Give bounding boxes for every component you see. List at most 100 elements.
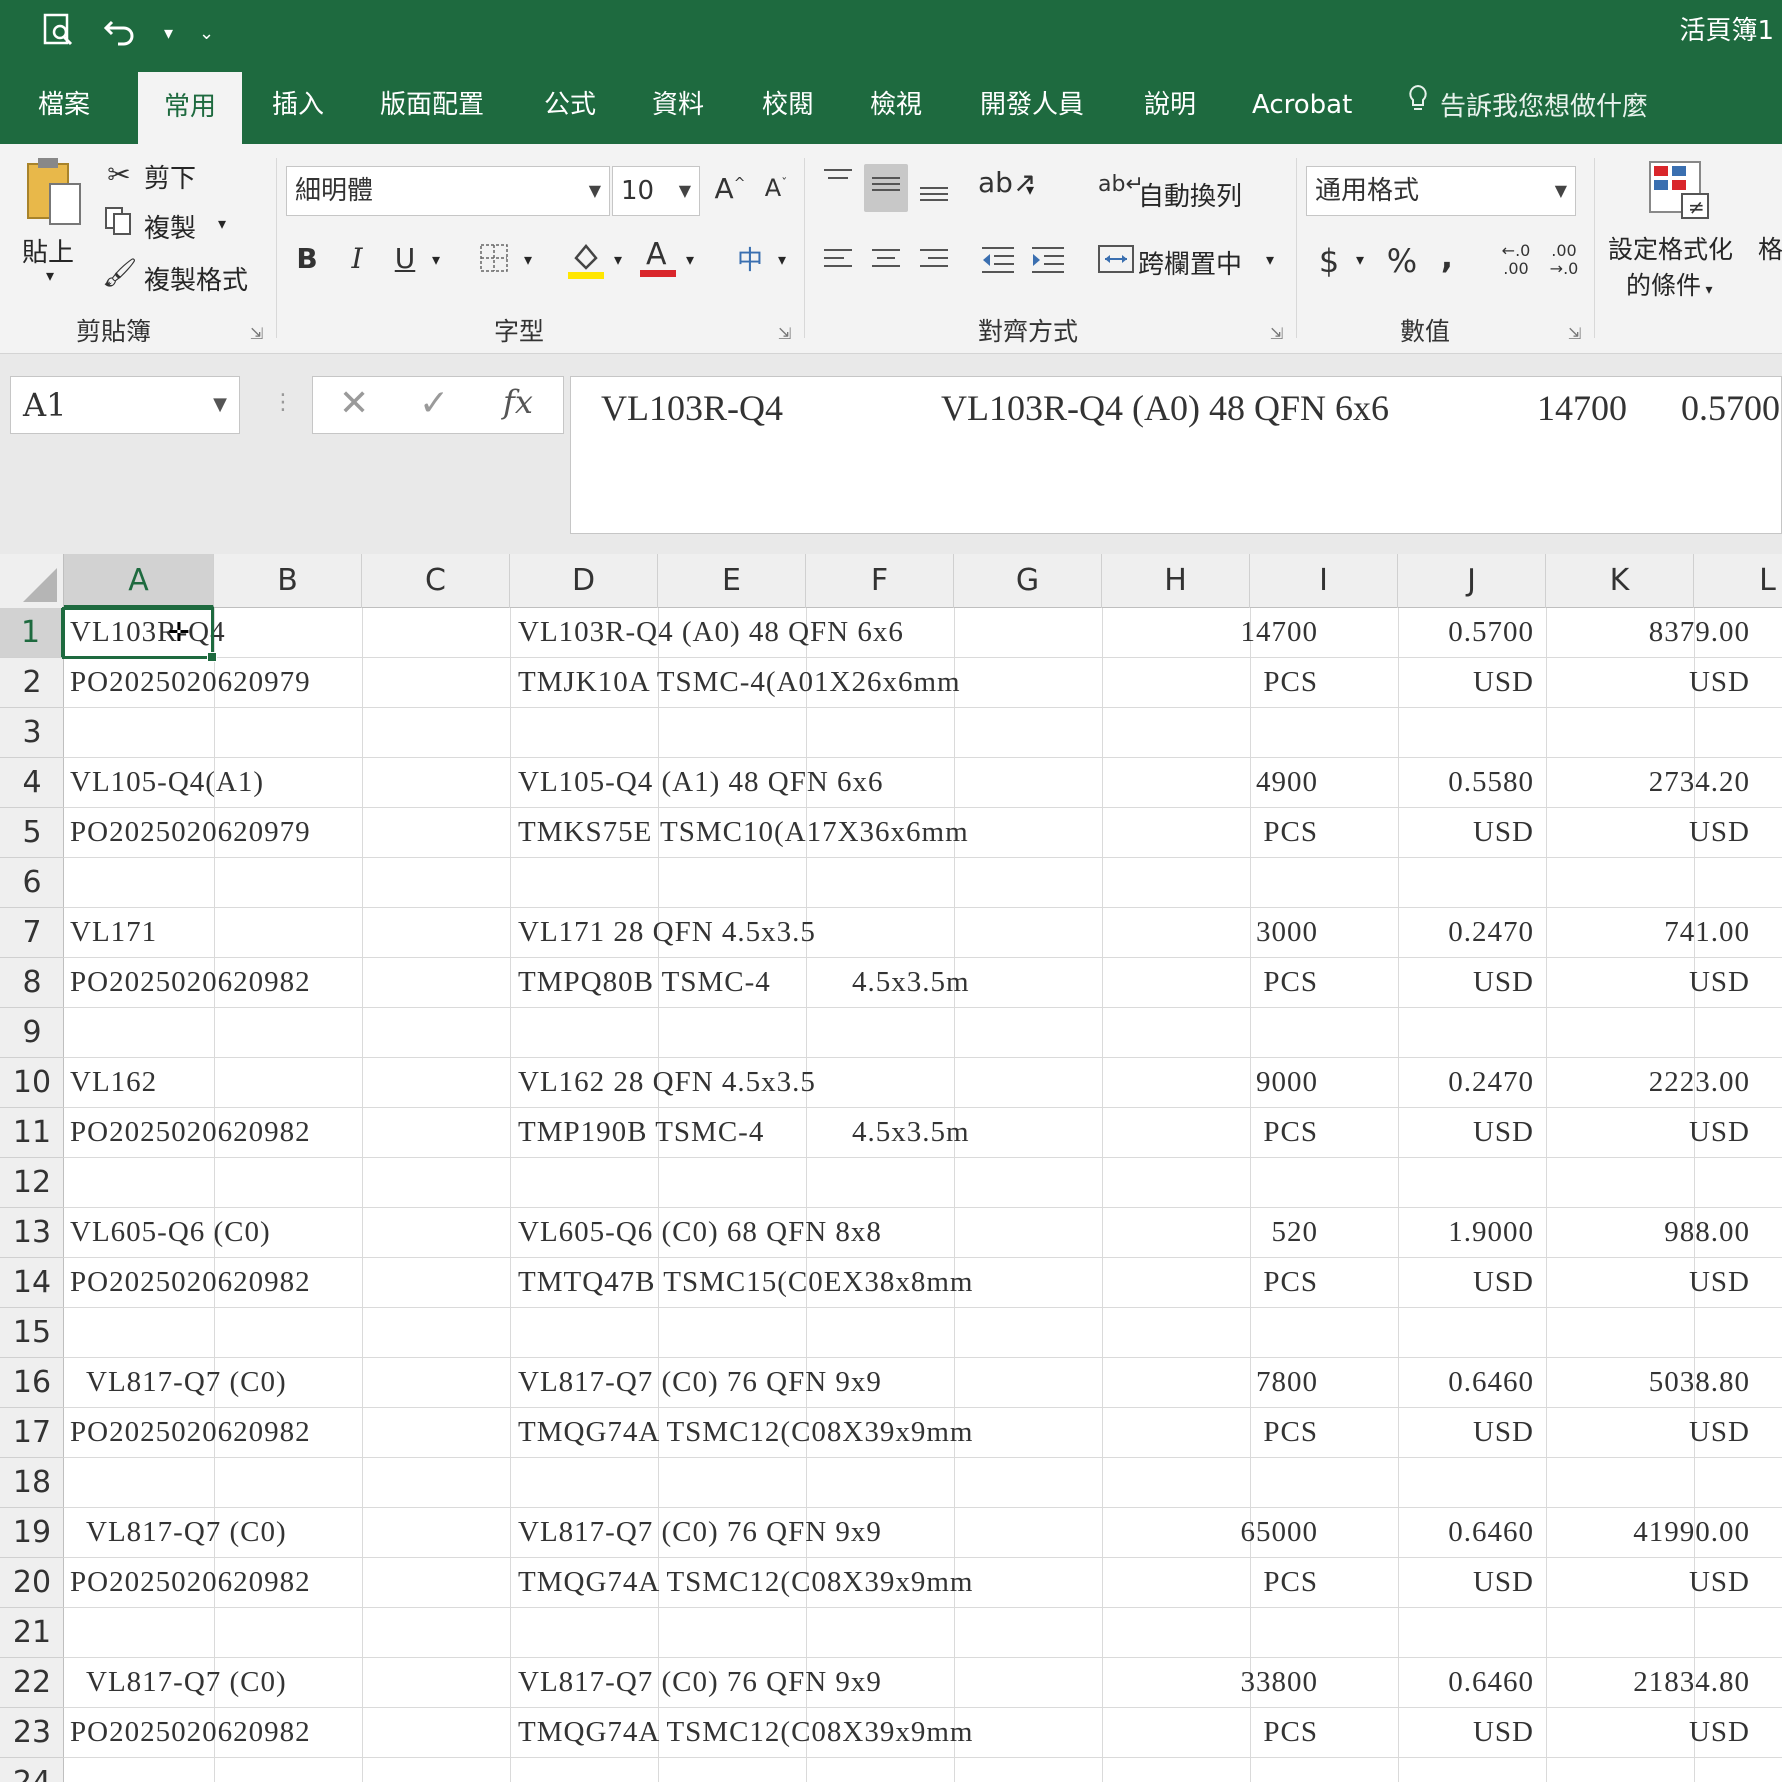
worksheet-grid[interactable]: ABCDEFGHIJKL 1 2 3 4 5 6 7 8 9 10 11 12 13 14 15 16 17 18… bbox=[0, 554, 1782, 1782]
align-right-icon[interactable] bbox=[916, 244, 952, 281]
name-box[interactable]: A1 ▼ bbox=[10, 376, 240, 434]
cell-a22[interactable]: VL817-Q7 (C0) bbox=[86, 1666, 287, 1699]
formula-bar-grip-icon[interactable]: ⋮ bbox=[272, 390, 294, 415]
cell-j10[interactable]: 0.2470 bbox=[1448, 1066, 1534, 1099]
cell-j23[interactable]: USD bbox=[1473, 1716, 1534, 1749]
row-header-15[interactable]: 15 bbox=[0, 1308, 64, 1358]
column-header-h[interactable]: H bbox=[1102, 554, 1250, 608]
cell-d23[interactable]: TMQG74A TSMC12(C08X39x9mm bbox=[518, 1716, 973, 1749]
cell-j4[interactable]: 0.5580 bbox=[1448, 766, 1534, 799]
copy-button[interactable]: 複製 bbox=[144, 208, 196, 245]
cell-k19[interactable]: 41990.00 bbox=[1633, 1516, 1750, 1549]
formula-input[interactable]: VL103R-Q4 VL103R-Q4 (A0) 48 QFN 6x6 1470… bbox=[570, 376, 1782, 534]
cell-i2[interactable]: PCS bbox=[1263, 666, 1318, 699]
font-name-dropdown[interactable]: 細明體 ▼ bbox=[286, 166, 610, 216]
row-header-20[interactable]: 20 bbox=[0, 1558, 64, 1608]
cell-a7[interactable]: VL171 bbox=[70, 916, 157, 949]
align-left-icon[interactable] bbox=[820, 244, 856, 281]
row-header-19[interactable]: 19 bbox=[0, 1508, 64, 1558]
cell-d5[interactable]: TMKS75E TSMC10(A17X36x6mm bbox=[518, 816, 969, 849]
clipboard-launcher-icon[interactable]: ⇲ bbox=[250, 324, 263, 343]
cell-k13[interactable]: 988.00 bbox=[1664, 1216, 1750, 1249]
wrap-text-button[interactable]: 自動換列 bbox=[1138, 176, 1242, 213]
column-header-f[interactable]: F bbox=[806, 554, 954, 608]
alignment-launcher-icon[interactable]: ⇲ bbox=[1270, 324, 1283, 343]
cell-k11[interactable]: USD bbox=[1689, 1116, 1750, 1149]
cell-d4[interactable]: VL105-Q4 (A1) 48 QFN 6x6 bbox=[518, 766, 884, 799]
row-header-9[interactable]: 9 bbox=[0, 1008, 64, 1058]
row-header-7[interactable]: 7 bbox=[0, 908, 64, 958]
cell-i11[interactable]: PCS bbox=[1263, 1116, 1318, 1149]
row-header-2[interactable]: 2 bbox=[0, 658, 64, 708]
bottom-align-icon[interactable] bbox=[916, 172, 952, 213]
format-as-table-label-cut[interactable]: 格 bbox=[1758, 230, 1782, 266]
conditional-formatting-label2[interactable]: 的條件 ▾ bbox=[1626, 266, 1713, 302]
cell-a13[interactable]: VL605-Q6 (C0) bbox=[70, 1216, 271, 1249]
cell-j2[interactable]: USD bbox=[1473, 666, 1534, 699]
cell-j16[interactable]: 0.6460 bbox=[1448, 1366, 1534, 1399]
cell-k4[interactable]: 2734.20 bbox=[1649, 766, 1750, 799]
row-header-4[interactable]: 4 bbox=[0, 758, 64, 808]
column-header-b[interactable]: B bbox=[214, 554, 362, 608]
tab-insert[interactable]: 插入 bbox=[272, 70, 324, 144]
cell-i13[interactable]: 520 bbox=[1272, 1216, 1319, 1249]
cell-k5[interactable]: USD bbox=[1689, 816, 1750, 849]
orientation-icon[interactable]: ab↗ bbox=[978, 166, 1036, 199]
row-header-8[interactable]: 8 bbox=[0, 958, 64, 1008]
decrease-decimal-icon[interactable]: .00 →.0 bbox=[1544, 242, 1584, 278]
undo-icon[interactable] bbox=[102, 12, 138, 55]
cell-i20[interactable]: PCS bbox=[1263, 1566, 1318, 1599]
cell-d16[interactable]: VL817-Q7 (C0) 76 QFN 9x9 bbox=[518, 1366, 882, 1399]
cell-a8[interactable]: PO2025020620982 bbox=[70, 966, 311, 999]
row-header-3[interactable]: 3 bbox=[0, 708, 64, 758]
row-header-12[interactable]: 12 bbox=[0, 1158, 64, 1208]
cell-f8[interactable]: 4.5x3.5m bbox=[852, 966, 970, 999]
cell-d2[interactable]: TMJK10A TSMC-4(A01X26x6mm bbox=[518, 666, 961, 699]
tab-data[interactable]: 資料 bbox=[652, 70, 704, 144]
cell-a10[interactable]: VL162 bbox=[70, 1066, 157, 1099]
row-header-11[interactable]: 11 bbox=[0, 1108, 64, 1158]
select-all-button[interactable] bbox=[0, 554, 64, 608]
orientation-dropdown-icon[interactable]: ▾ bbox=[1026, 180, 1034, 199]
tab-formulas[interactable]: 公式 bbox=[544, 70, 596, 144]
cell-i23[interactable]: PCS bbox=[1263, 1716, 1318, 1749]
row-header-21[interactable]: 21 bbox=[0, 1608, 64, 1658]
cell-j8[interactable]: USD bbox=[1473, 966, 1534, 999]
row-header-24[interactable]: 24 bbox=[0, 1758, 64, 1782]
tab-help[interactable]: 說明 bbox=[1144, 70, 1196, 144]
row-header-18[interactable]: 18 bbox=[0, 1458, 64, 1508]
font-launcher-icon[interactable]: ⇲ bbox=[778, 324, 791, 343]
cell-a23[interactable]: PO2025020620982 bbox=[70, 1716, 311, 1749]
cell-i8[interactable]: PCS bbox=[1263, 966, 1318, 999]
cell-d11[interactable]: TMP190B TSMC-4 bbox=[518, 1116, 764, 1149]
cell-a19[interactable]: VL817-Q7 (C0) bbox=[86, 1516, 287, 1549]
row-header-23[interactable]: 23 bbox=[0, 1708, 64, 1758]
cell-i16[interactable]: 7800 bbox=[1256, 1366, 1318, 1399]
conditional-formatting-label1[interactable]: 設定格式化 bbox=[1608, 230, 1733, 266]
decrease-font-icon[interactable]: Aˇ bbox=[758, 174, 794, 202]
currency-dropdown-icon[interactable]: ▾ bbox=[1356, 250, 1364, 269]
row-header-16[interactable]: 16 bbox=[0, 1358, 64, 1408]
cell-a5[interactable]: PO2025020620979 bbox=[70, 816, 311, 849]
increase-font-icon[interactable]: A^ bbox=[712, 172, 748, 205]
cell-j22[interactable]: 0.6460 bbox=[1448, 1666, 1534, 1699]
currency-button[interactable]: $ bbox=[1314, 242, 1344, 280]
phonetic-dropdown-icon[interactable]: ▾ bbox=[778, 250, 786, 269]
cell-j1[interactable]: 0.5700 bbox=[1448, 616, 1534, 649]
column-header-d[interactable]: D bbox=[510, 554, 658, 608]
cell-d1[interactable]: VL103R-Q4 (A0) 48 QFN 6x6 bbox=[518, 616, 904, 649]
cell-a20[interactable]: PO2025020620982 bbox=[70, 1566, 311, 1599]
cut-button[interactable]: 剪下 bbox=[144, 158, 196, 195]
font-color-dropdown-icon[interactable]: ▾ bbox=[686, 250, 694, 269]
tab-review[interactable]: 校閱 bbox=[762, 70, 814, 144]
cell-i4[interactable]: 4900 bbox=[1256, 766, 1318, 799]
number-format-dropdown[interactable]: 通用格式 ▼ bbox=[1306, 166, 1576, 216]
cell-i14[interactable]: PCS bbox=[1263, 1266, 1318, 1299]
row-header-1[interactable]: 1 bbox=[0, 608, 64, 658]
cell-k16[interactable]: 5038.80 bbox=[1649, 1366, 1750, 1399]
column-header-e[interactable]: E bbox=[658, 554, 806, 608]
cell-d14[interactable]: TMTQ47B TSMC15(C0EX38x8mm bbox=[518, 1266, 973, 1299]
cell-k23[interactable]: USD bbox=[1689, 1716, 1750, 1749]
cell-a4[interactable]: VL105-Q4(A1) bbox=[70, 766, 264, 799]
row-header-5[interactable]: 5 bbox=[0, 808, 64, 858]
